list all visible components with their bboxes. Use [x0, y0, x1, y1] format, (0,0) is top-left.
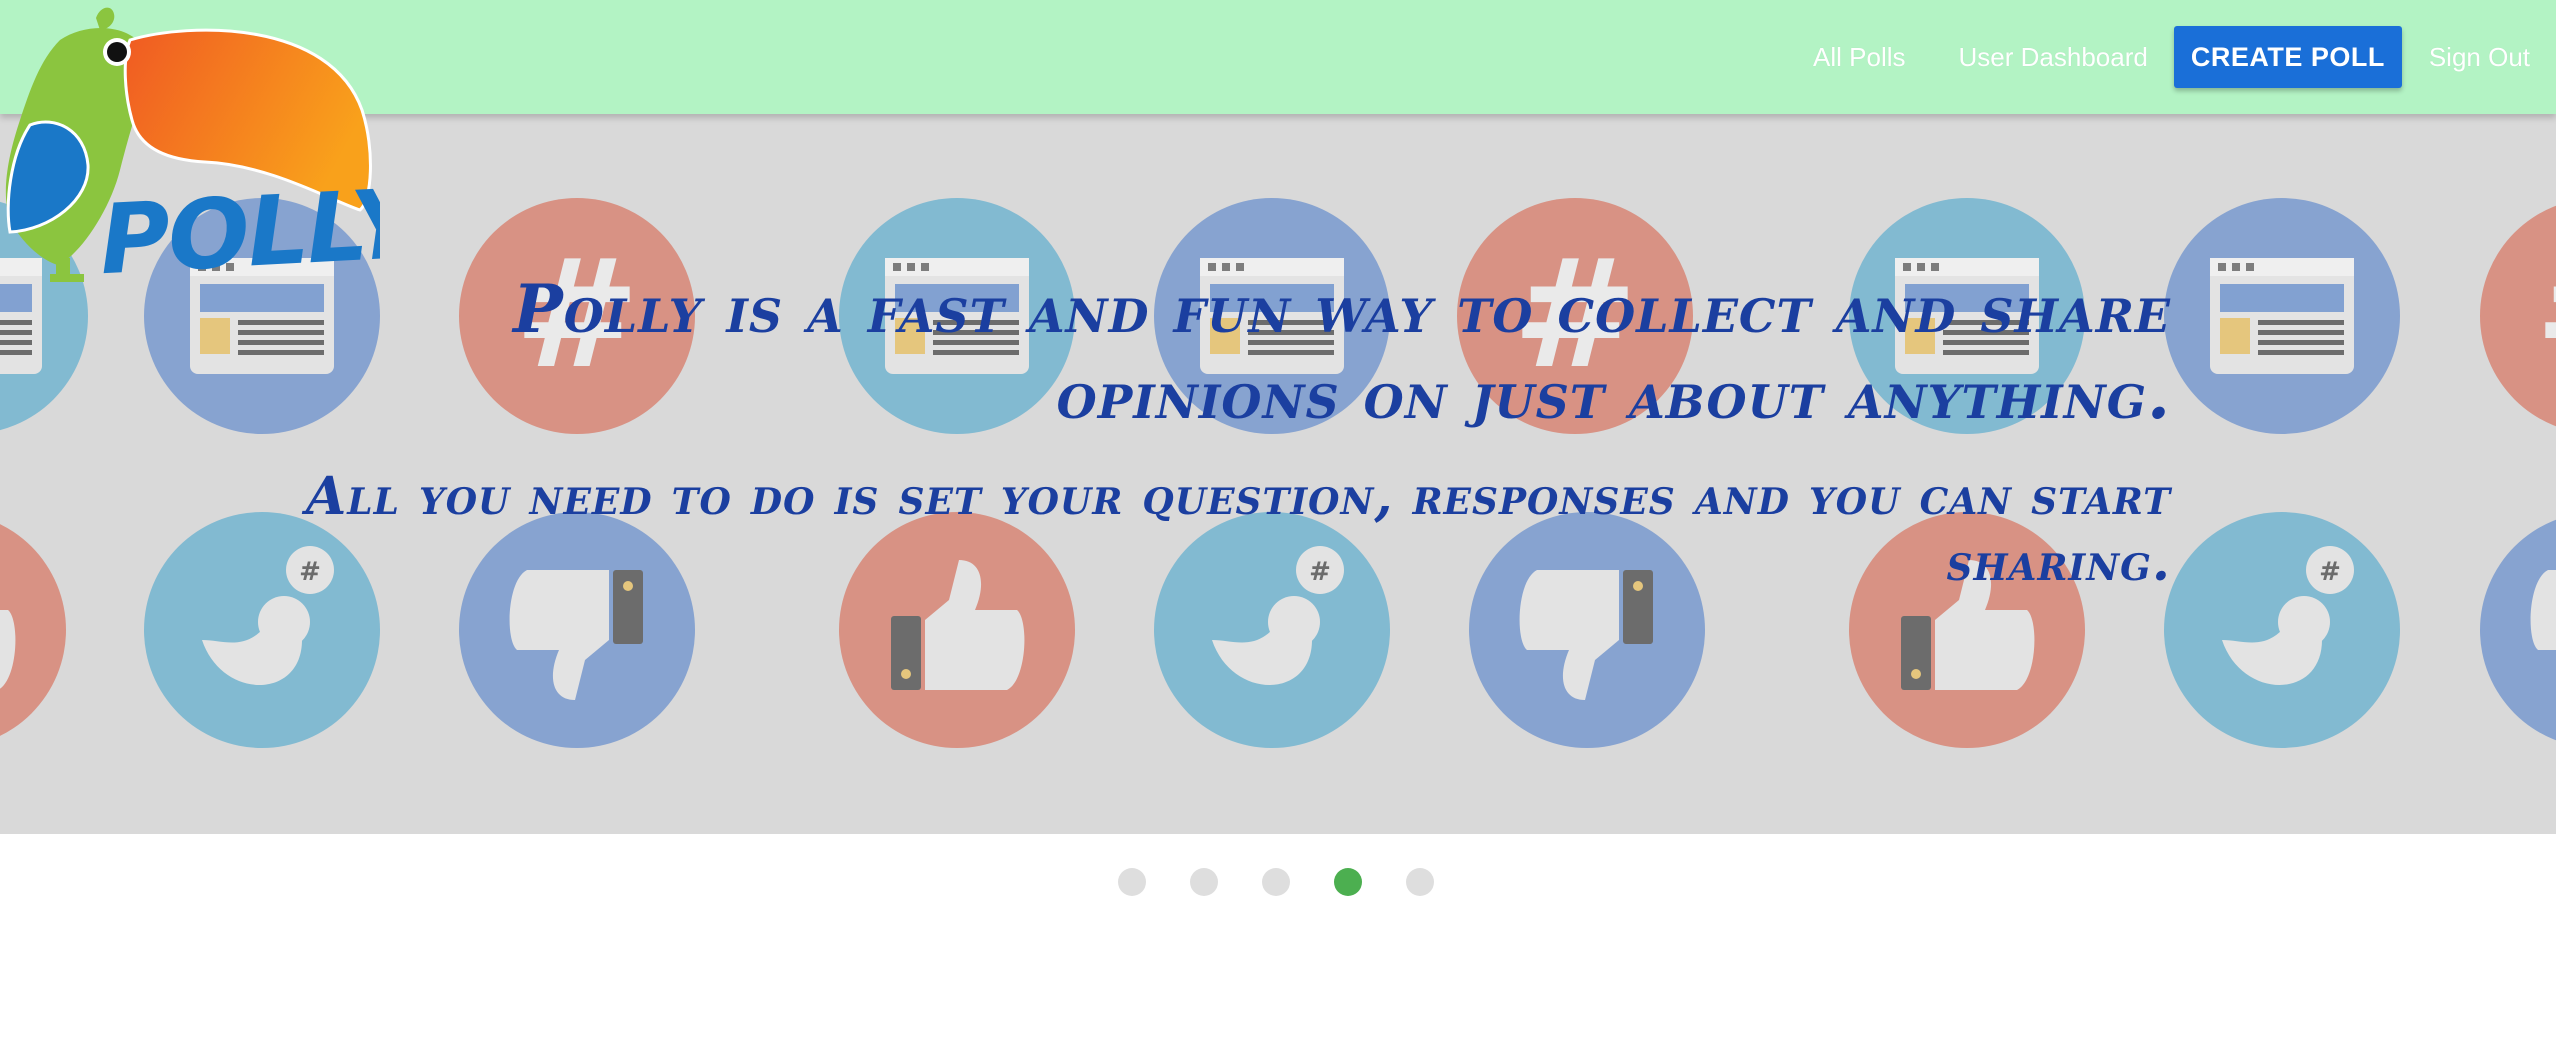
hero-subline: All you need to do is set your question,…	[305, 466, 2171, 593]
carousel-dot-4[interactable]	[1334, 868, 1362, 896]
create-poll-button[interactable]: CREATE POLL	[2173, 26, 2402, 88]
carousel-dot-1[interactable]	[1118, 868, 1146, 896]
main-nav: All Polls User Dashboard CREATE POLL Sig…	[1813, 0, 2556, 114]
carousel-dot-5[interactable]	[1406, 868, 1434, 896]
polly-logo[interactable]: POLLY	[0, 0, 380, 290]
hero-carousel-slide: ###### Polly is a fast and fun way to co…	[0, 114, 2556, 834]
user-dashboard-link[interactable]: User Dashboard	[1959, 42, 2148, 73]
top-navbar: All Polls User Dashboard CREATE POLL Sig…	[0, 0, 2556, 114]
carousel-dot-2[interactable]	[1190, 868, 1218, 896]
polly-wordmark: POLLY	[97, 167, 380, 290]
sign-out-link[interactable]: Sign Out	[2429, 42, 2530, 73]
carousel-indicators	[0, 868, 2556, 898]
all-polls-link[interactable]: All Polls	[1813, 42, 1905, 73]
hero-tagline: Polly is a fast and fun way to collect a…	[513, 270, 2171, 434]
carousel-dot-3[interactable]	[1262, 868, 1290, 896]
